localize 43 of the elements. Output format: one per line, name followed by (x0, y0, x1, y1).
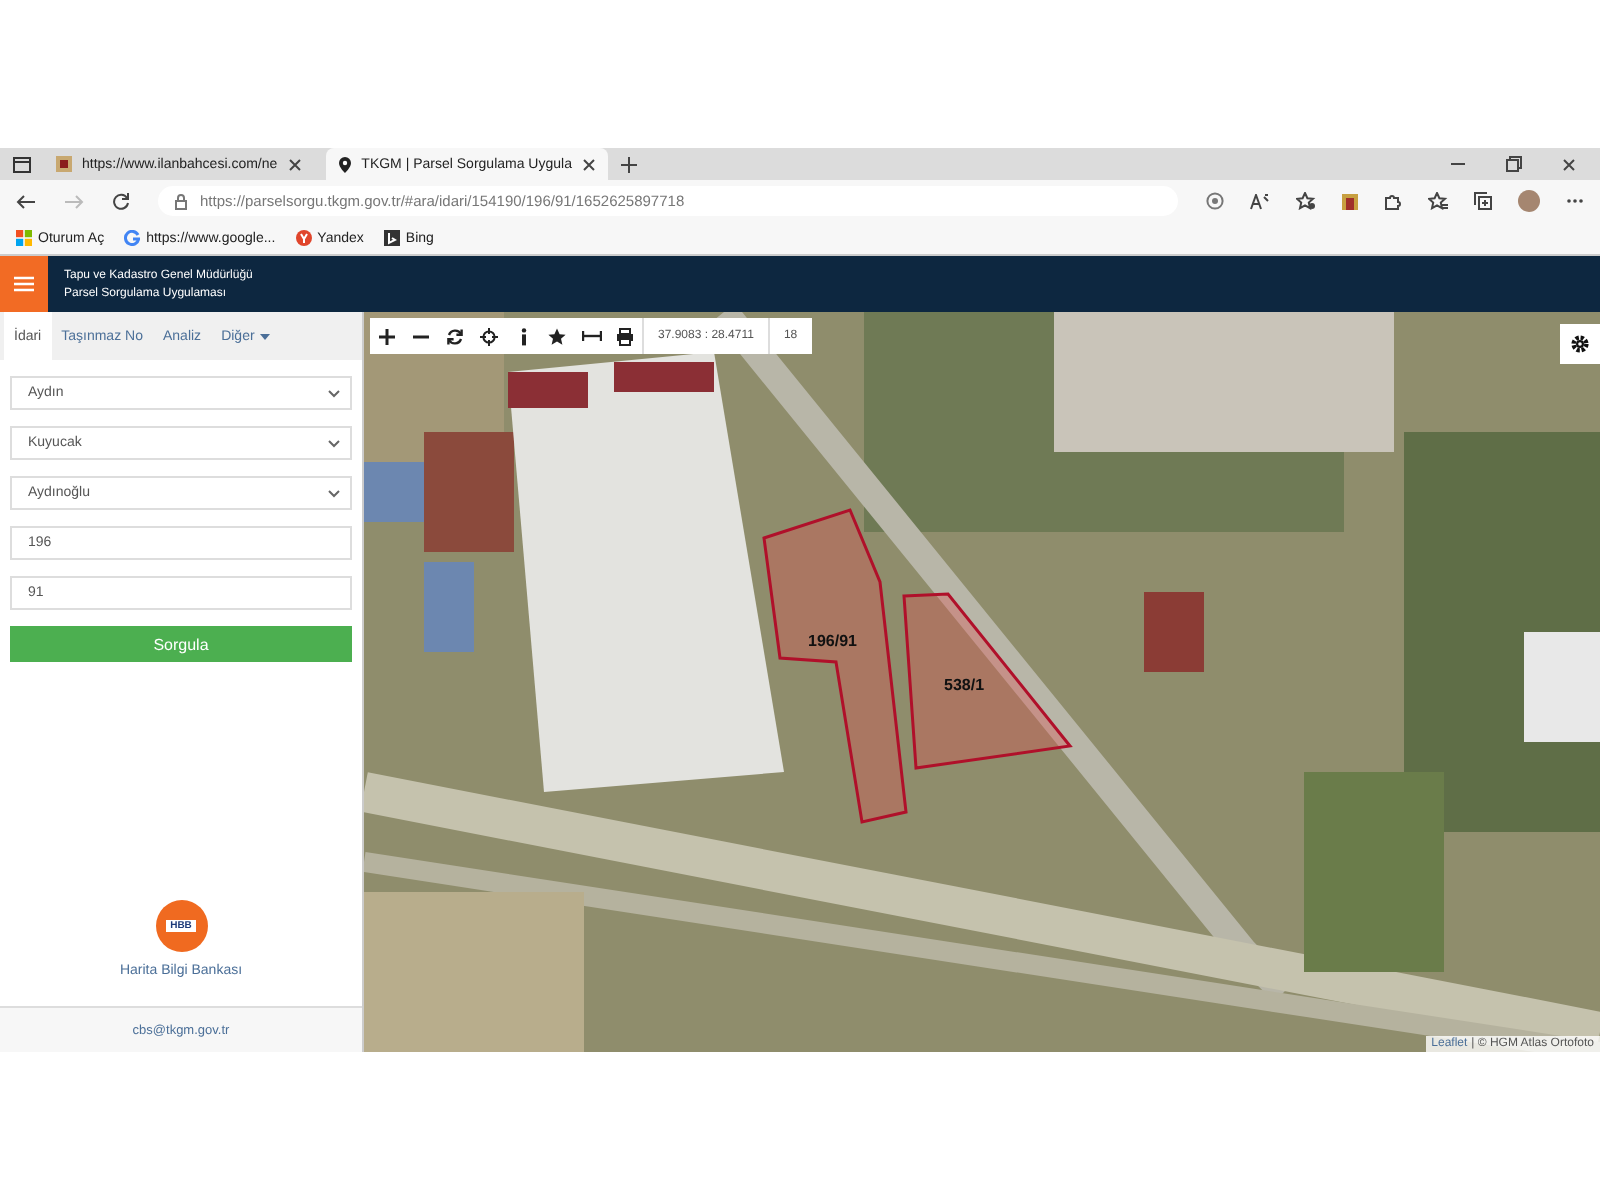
parcel-outline[interactable] (902, 592, 1073, 770)
menu-icon[interactable] (14, 276, 34, 292)
g-logo-icon[interactable] (124, 230, 141, 246)
lock-icon (174, 193, 188, 209)
read-aloud-icon[interactable] (1250, 193, 1270, 209)
chevron-icon[interactable] (328, 389, 340, 397)
reload-icon[interactable] (112, 192, 130, 210)
plus-icon[interactable] (378, 327, 396, 345)
menu-button[interactable] (0, 256, 48, 312)
chevron-icon[interactable] (328, 489, 340, 497)
favorites-icon[interactable] (1428, 192, 1448, 210)
settings-button[interactable] (1560, 324, 1600, 364)
close-icon[interactable] (287, 157, 302, 171)
parcel-outline[interactable] (762, 508, 908, 824)
crosshair-icon[interactable] (480, 327, 498, 345)
measure-icon[interactable] (581, 330, 601, 342)
back-arrow-icon[interactable] (16, 193, 36, 209)
target-icon[interactable] (1206, 192, 1224, 210)
collections-icon[interactable] (1474, 192, 1492, 210)
refresh-icon[interactable] (446, 327, 464, 345)
chevron-icon[interactable] (328, 439, 340, 447)
print-icon[interactable] (616, 327, 634, 345)
more-icon[interactable] (1566, 198, 1584, 204)
settings-icon[interactable] (1570, 334, 1590, 354)
tab-actions-icon[interactable] (12, 155, 32, 173)
map-pin-icon (337, 155, 352, 173)
windows-logo-icon[interactable] (16, 230, 32, 246)
star-icon[interactable] (548, 327, 566, 345)
caret-icon[interactable] (260, 333, 271, 339)
y-logo-icon[interactable] (295, 230, 312, 246)
parcel-label: 538/1 (944, 676, 985, 694)
b-logo-icon[interactable] (383, 230, 400, 246)
puzzle-icon[interactable] (1384, 192, 1402, 210)
parcel-label: 196/91 (808, 632, 857, 650)
restore-icon[interactable] (1506, 156, 1522, 172)
site-logo-icon (56, 156, 72, 172)
close-icon[interactable] (581, 157, 596, 171)
info-icon[interactable] (519, 327, 527, 345)
avatar-icon[interactable] (1518, 190, 1540, 212)
new-tab-icon[interactable] (619, 155, 638, 173)
close-icon[interactable] (1562, 157, 1576, 171)
extension-icon[interactable] (1342, 193, 1358, 209)
star-plus-icon[interactable] (1296, 192, 1316, 210)
